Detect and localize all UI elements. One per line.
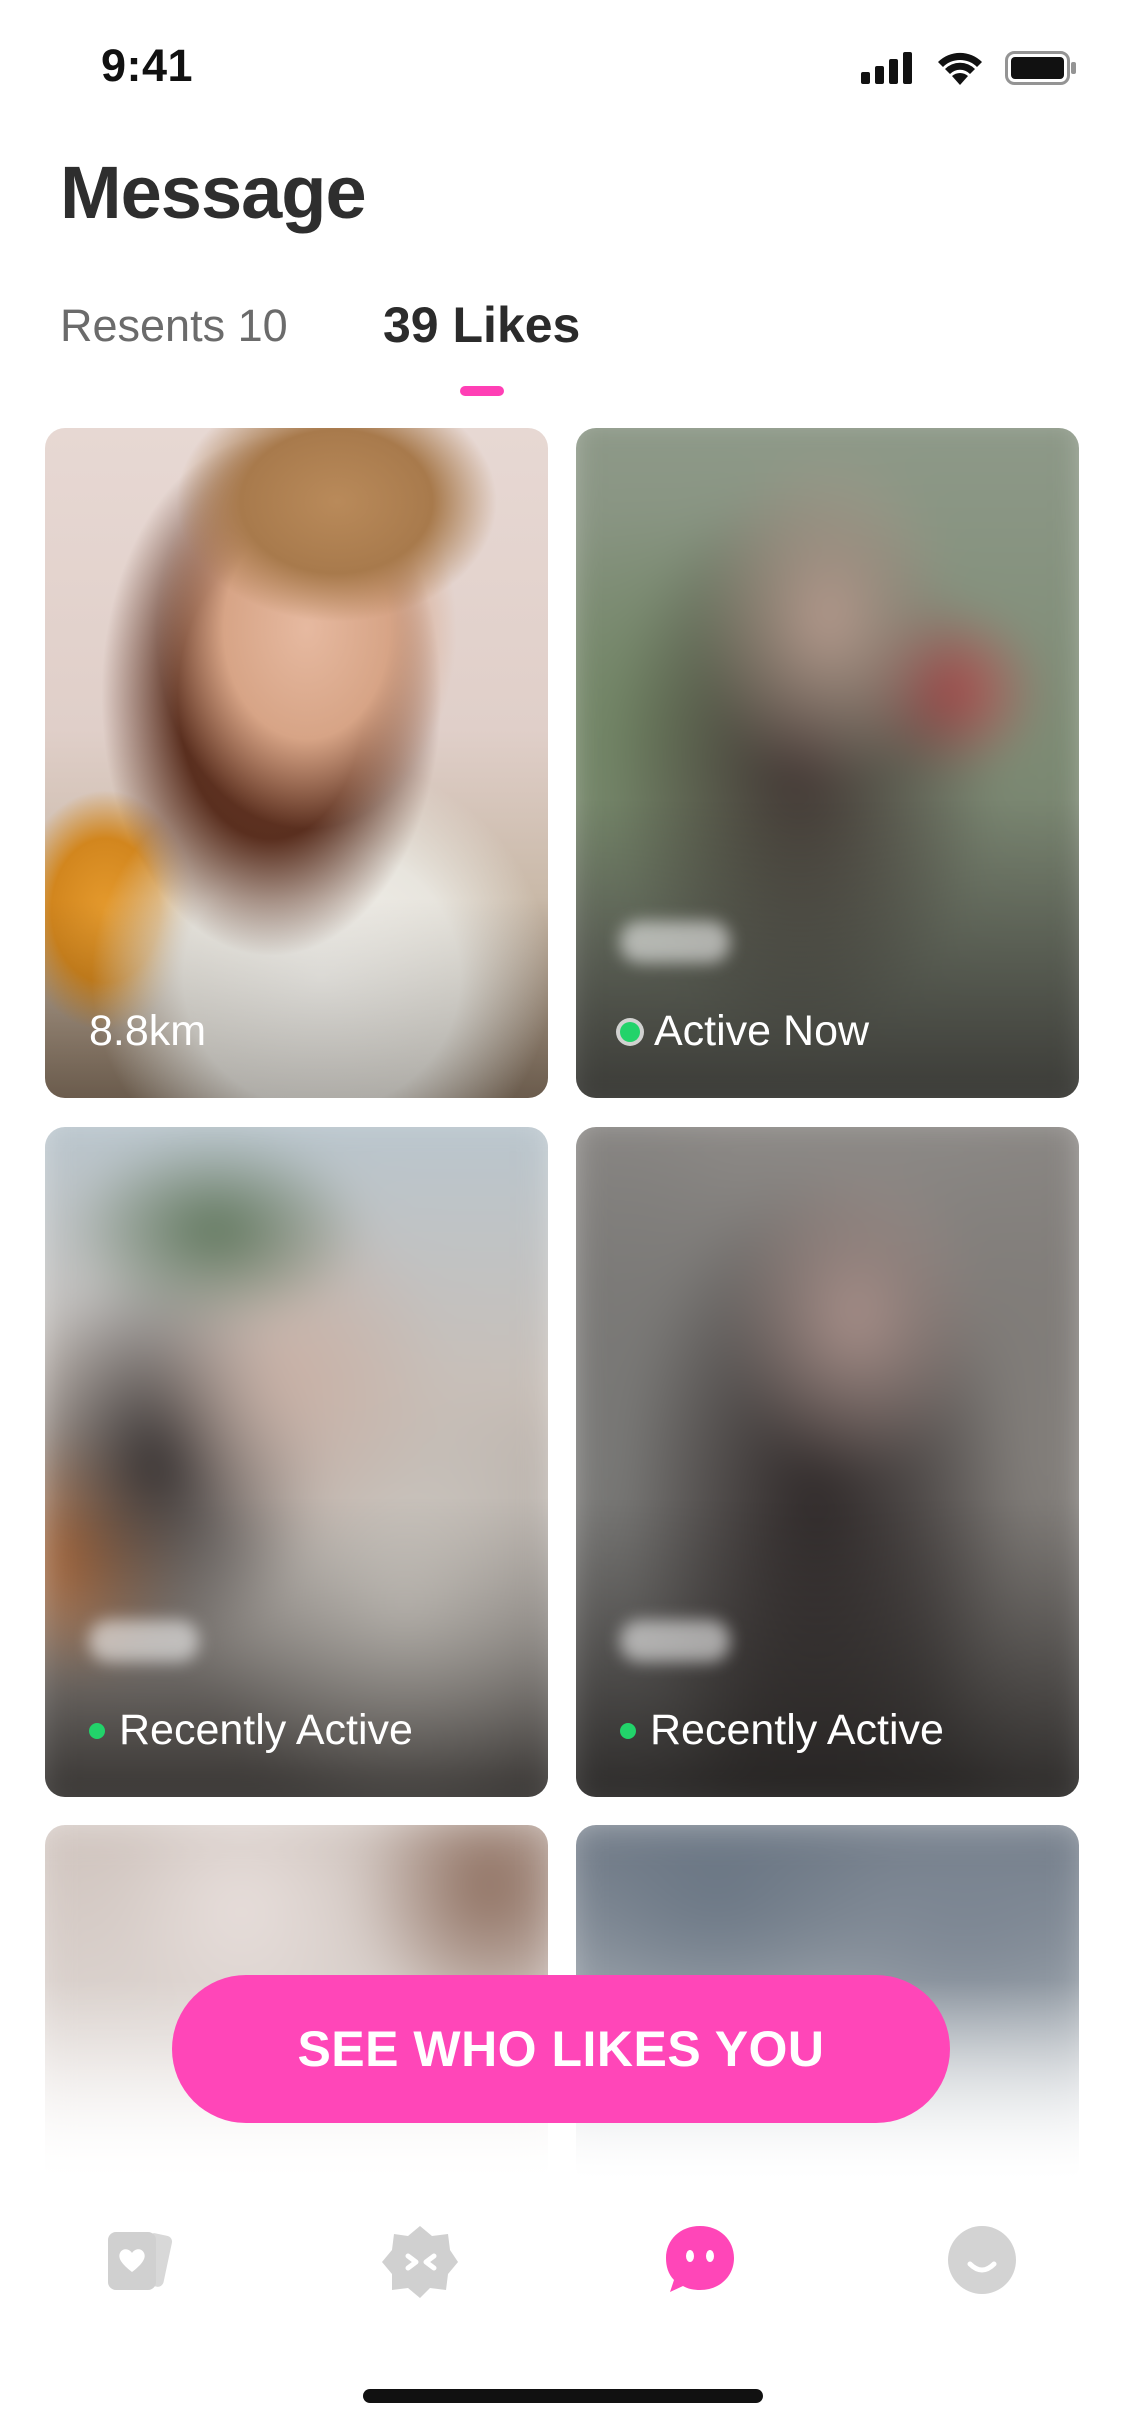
home-indicator	[363, 2389, 763, 2403]
battery-icon	[1005, 51, 1076, 85]
activity-label: Recently Active	[119, 1706, 413, 1754]
tab-recents[interactable]: Resents 10	[60, 300, 288, 352]
status-icons	[861, 48, 1077, 88]
tab-messages[interactable]	[660, 2220, 740, 2300]
bottom-tab-bar	[0, 2180, 1125, 2340]
wifi-icon	[938, 52, 982, 85]
activity-status: Recently Active	[620, 1706, 944, 1755]
status-time: 9:41	[101, 40, 194, 91]
distance-label: 8.8km	[89, 1007, 207, 1055]
tab-explore[interactable]	[380, 2220, 460, 2300]
profile-smile-icon	[948, 2226, 1016, 2294]
chat-bubble-icon	[666, 2226, 734, 2292]
activity-label: Recently Active	[650, 1706, 944, 1754]
profile-card[interactable]: Recently Active	[576, 1127, 1079, 1797]
activity-status: Recently Active	[89, 1706, 413, 1755]
blurred-name	[620, 1620, 730, 1662]
page-title: Message	[60, 151, 367, 234]
activity-label: Active Now	[654, 1007, 870, 1055]
status-bar: 9:41	[0, 0, 1125, 132]
activity-status: Active Now	[620, 1007, 869, 1056]
cellular-signal-icon	[861, 52, 912, 84]
profile-card[interactable]: Recently Active	[45, 1127, 548, 1797]
tab-cards[interactable]	[98, 2220, 178, 2300]
blurred-name	[89, 1620, 199, 1662]
distance-status: 8.8km	[89, 1007, 206, 1056]
profile-card[interactable]: 8.8km	[45, 428, 548, 1098]
recently-active-dot-icon	[89, 1722, 105, 1739]
explore-badge-icon	[382, 2226, 458, 2298]
cards-heart-icon	[108, 2232, 173, 2290]
recently-active-dot-icon	[620, 1722, 636, 1739]
active-now-dot-icon	[620, 1021, 640, 1042]
card-gradient	[45, 898, 548, 1098]
blurred-name	[620, 921, 730, 963]
see-who-likes-you-button[interactable]: SEE WHO LIKES YOU	[172, 1975, 950, 2123]
tab-likes[interactable]: 39 Likes	[383, 296, 580, 354]
tab-selected-indicator	[460, 386, 504, 396]
profile-card[interactable]: Active Now	[576, 428, 1079, 1098]
tab-profile[interactable]	[942, 2220, 1022, 2300]
